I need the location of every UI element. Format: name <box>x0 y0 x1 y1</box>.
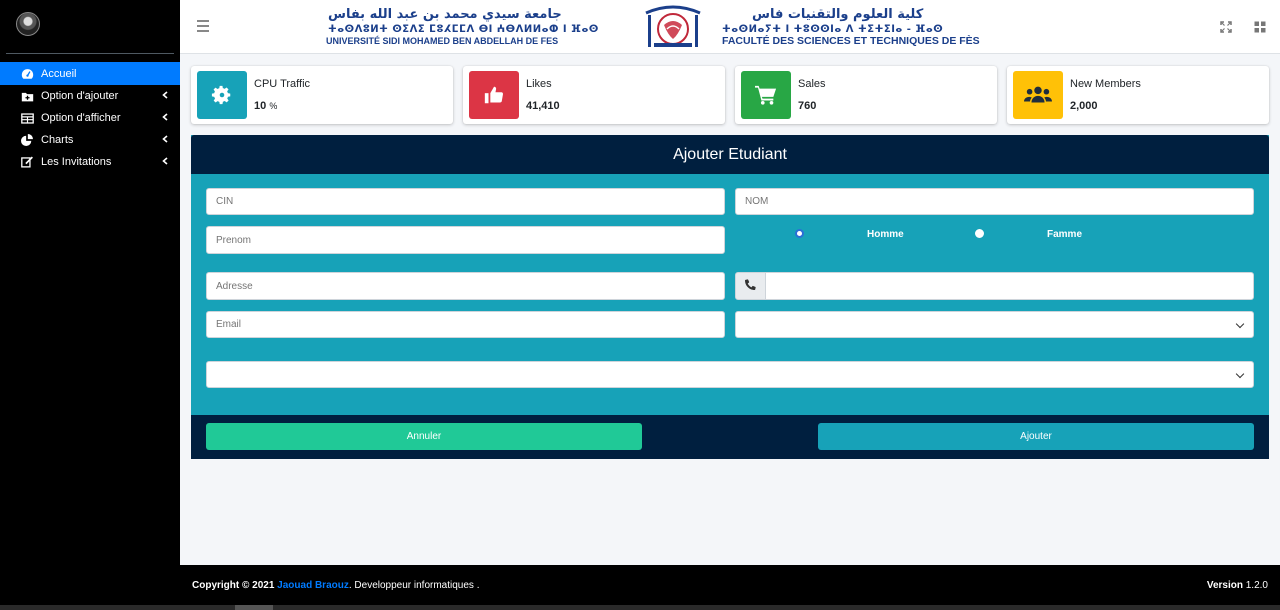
pie-chart-icon <box>20 134 34 146</box>
university-logo-banner: جامعة سيدي محمد بن عبد الله بفاس ⵜⴰⵙⴷⵓⵍⵜ… <box>324 5 1054 49</box>
horizontal-scrollbar[interactable] <box>0 605 1280 610</box>
select-dropdown-2[interactable] <box>206 361 1254 388</box>
prenom-input[interactable] <box>206 226 725 254</box>
sidebar-item-option-afficher[interactable]: Option d'afficher <box>0 107 180 129</box>
select-dropdown-1[interactable] <box>735 311 1254 338</box>
info-box-label: CPU Traffic <box>254 78 311 90</box>
folder-plus-icon <box>20 90 34 102</box>
table-icon <box>20 112 34 124</box>
author-link[interactable]: Jaouad Braouz <box>277 580 349 591</box>
fullscreen-icon[interactable] <box>1220 20 1232 33</box>
chevron-left-icon <box>162 112 168 124</box>
sidebar-item-label: Option d'ajouter <box>41 90 119 102</box>
info-box-sales: Sales 760 <box>735 66 997 124</box>
scrollbar-thumb[interactable] <box>235 605 273 610</box>
cin-input[interactable] <box>206 188 725 215</box>
sidebar-item-label: Accueil <box>41 67 77 80</box>
sidebar-item-label: Charts <box>41 134 74 146</box>
university-name-french: UNIVERSITÉ SIDI MOHAMED BEN ABDELLAH DE … <box>326 36 559 46</box>
user-panel <box>6 0 174 54</box>
sidebar-item-invitations[interactable]: Les Invitations <box>0 151 180 173</box>
add-student-card: Ajouter Etudiant Homme Famme Annuler Ajo… <box>191 135 1269 459</box>
avatar[interactable] <box>16 12 40 36</box>
info-box-label: Likes <box>526 78 552 90</box>
gender-label-homme: Homme <box>867 229 904 240</box>
chevron-left-icon <box>162 134 168 146</box>
info-box-new-members: New Members 2,000 <box>1007 66 1269 124</box>
chevron-left-icon <box>162 156 168 168</box>
sidebar-bottom <box>0 565 180 605</box>
footer-copyright: Copyright © 2021 Jaouad Braouz. Developp… <box>192 580 480 591</box>
faculty-name-tifinagh: ⵜⴰⵙⵍⴰⵢⵜ ⵏ ⵜⵓⵙⵙⵏⴰ ⴷ ⵜⵉⵜⵉⵏⴰ - ⴼⴰⵙ <box>722 24 944 35</box>
footer-version: Version 1.2.0 <box>1206 580 1268 591</box>
sidebar-item-label: Les Invitations <box>41 156 112 168</box>
university-name-tifinagh: ⵜⴰⵙⴷⵓⵍⵜ ⵙⵉⴷⵉ ⵎⵓⵃⵎⵎⴷ ⴱⵏ ⵄⴱⴷⵍⵍⴰⵀ ⵏ ⴼⴰⵙ <box>328 24 599 35</box>
chevron-left-icon <box>162 90 168 102</box>
gender-radio-homme[interactable] <box>795 229 804 238</box>
sidebar-item-charts[interactable]: Charts <box>0 129 180 151</box>
university-name-arabic: جامعة سيدي محمد بن عبد الله بفاس <box>328 7 562 22</box>
card-footer: Annuler Ajouter <box>191 415 1269 459</box>
info-box-value: 10 % <box>254 100 278 112</box>
nom-input[interactable] <box>735 188 1254 215</box>
university-emblem <box>642 5 704 49</box>
sidebar: Accueil Option d'ajouter Option d'affich… <box>0 0 180 565</box>
hamburger-menu-icon[interactable] <box>197 20 209 32</box>
info-box-likes: Likes 41,410 <box>463 66 725 124</box>
gender-label-famme: Famme <box>1047 229 1083 240</box>
info-box-value: 2,000 <box>1070 100 1098 112</box>
sidebar-nav: Accueil Option d'ajouter Option d'affich… <box>0 62 180 173</box>
cart-icon <box>741 71 791 119</box>
card-header: Ajouter Etudiant <box>191 135 1269 174</box>
info-box-cpu-traffic: CPU Traffic 10 % <box>191 66 453 124</box>
faculty-name-arabic: كلية العلوم والتقنيات فاس <box>752 7 924 22</box>
email-input[interactable] <box>206 311 725 338</box>
tachometer-icon <box>20 68 34 80</box>
info-box-value: 41,410 <box>526 100 560 112</box>
cancel-button[interactable]: Annuler <box>206 423 642 450</box>
info-box-label: Sales <box>798 78 826 90</box>
users-icon <box>1013 71 1063 119</box>
grid-apps-icon[interactable] <box>1254 20 1266 33</box>
adresse-input[interactable] <box>206 272 725 300</box>
main-footer: Copyright © 2021 Jaouad Braouz. Developp… <box>180 565 1280 605</box>
add-button[interactable]: Ajouter <box>818 423 1254 450</box>
top-navbar: جامعة سيدي محمد بن عبد الله بفاس ⵜⴰⵙⴷⵓⵍⵜ… <box>180 0 1280 54</box>
sidebar-item-accueil[interactable]: Accueil <box>0 62 180 85</box>
phone-addon <box>735 272 766 300</box>
phone-icon <box>745 277 756 295</box>
thumbs-up-icon <box>469 71 519 119</box>
edit-icon <box>20 156 34 168</box>
sidebar-item-label: Option d'afficher <box>41 112 121 124</box>
gear-icon <box>197 71 247 119</box>
phone-input[interactable] <box>765 272 1254 300</box>
gender-radio-famme[interactable] <box>975 229 984 238</box>
top-right-icons <box>1220 20 1266 33</box>
info-box-label: New Members <box>1070 78 1141 90</box>
card-title: Ajouter Etudiant <box>673 145 787 163</box>
info-box-value: 760 <box>798 100 817 112</box>
sidebar-item-option-ajouter[interactable]: Option d'ajouter <box>0 85 180 107</box>
faculty-name-french: FACULTÉ DES SCIENCES ET TECHNIQUES DE FÈ… <box>722 35 980 47</box>
